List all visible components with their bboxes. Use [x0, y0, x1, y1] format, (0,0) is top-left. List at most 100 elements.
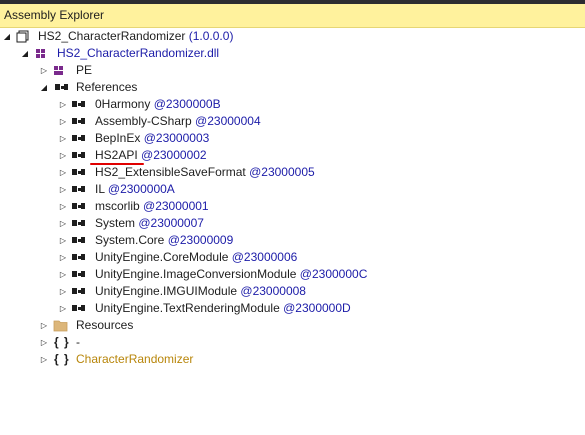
pe-label: PE [76, 63, 93, 77]
reference-name: BepInEx [95, 131, 141, 145]
reference-token: @23000003 [143, 131, 210, 145]
reference-icon [72, 152, 85, 159]
collapsed-arrow-icon[interactable]: ▷ [39, 334, 49, 351]
reference-name: System.Core [95, 233, 165, 247]
reference-item[interactable]: ▷ System.Core @23000009 [0, 232, 585, 249]
folder-icon [53, 317, 69, 334]
reference-label: HS2API @23000002 [95, 147, 207, 164]
reference-icon [72, 254, 85, 261]
reference-item[interactable]: ▷ UnityEngine.IMGUIModule @23000008 [0, 283, 585, 300]
reference-token: @23000005 [249, 165, 315, 179]
reference-item[interactable]: ▷ HS2_ExtensibleSaveFormat @23000005 [0, 164, 585, 181]
collapsed-arrow-icon[interactable]: ▷ [39, 62, 49, 79]
reference-icon [72, 135, 85, 142]
collapsed-arrow-icon[interactable]: ▷ [39, 351, 49, 368]
highlight-underline [90, 163, 144, 165]
reference-item[interactable]: ▷ UnityEngine.CoreModule @23000006 [0, 249, 585, 266]
reference-token: @23000002 [141, 148, 207, 162]
reference-name: UnityEngine.TextRenderingModule [95, 301, 280, 315]
reference-name: UnityEngine.IMGUIModule [95, 284, 238, 298]
collapsed-arrow-icon[interactable]: ▷ [58, 300, 68, 317]
collapsed-arrow-icon[interactable]: ▷ [58, 198, 68, 215]
reference-icon [72, 186, 85, 193]
references-label: References [76, 80, 138, 94]
reference-item[interactable]: ▷ System @23000007 [0, 215, 585, 232]
reference-item[interactable]: ▷ UnityEngine.TextRenderingModule @23000… [0, 300, 585, 317]
collapsed-arrow-icon[interactable]: ▷ [58, 113, 68, 130]
assembly-label: HS2_CharacterRandomizer (1.0.0.0) [38, 28, 233, 45]
reference-token: @2300000A [107, 182, 175, 196]
reference-icon [72, 118, 85, 125]
collapsed-arrow-icon[interactable]: ▷ [58, 130, 68, 147]
reference-token: @2300000B [153, 97, 221, 111]
expand-arrow-icon[interactable]: ◢ [2, 28, 12, 45]
reference-token: @2300000C [299, 267, 368, 281]
reference-label: System @23000007 [95, 215, 204, 232]
resources-label: Resources [76, 318, 134, 332]
reference-name: UnityEngine.ImageConversionModule [95, 267, 297, 281]
tree-node-references[interactable]: ◢ References [0, 79, 585, 96]
reference-icon [72, 220, 85, 227]
reference-token: @2300000D [283, 301, 351, 315]
collapsed-arrow-icon[interactable]: ▷ [58, 147, 68, 164]
reference-label: UnityEngine.CoreModule @23000006 [95, 249, 297, 266]
reference-item[interactable]: ▷ 0Harmony @2300000B [0, 96, 585, 113]
reference-token: @23000004 [195, 114, 261, 128]
collapsed-arrow-icon[interactable]: ▷ [58, 266, 68, 283]
collapsed-arrow-icon[interactable]: ▷ [58, 181, 68, 198]
reference-label: UnityEngine.IMGUIModule @23000008 [95, 283, 306, 300]
pe-icon [53, 62, 67, 79]
assembly-version: (1.0.0.0) [188, 29, 234, 43]
collapsed-arrow-icon[interactable]: ▷ [58, 164, 68, 181]
tree-node-module[interactable]: ◢ HS2_CharacterRandomizer.dll [0, 45, 585, 62]
reference-icon [72, 203, 85, 210]
tree-node-assembly[interactable]: ◢ HS2_CharacterRandomizer (1.0.0.0) [0, 28, 585, 45]
reference-token: @23000009 [167, 233, 234, 247]
collapsed-arrow-icon[interactable]: ▷ [58, 96, 68, 113]
assembly-icon [16, 28, 30, 45]
collapsed-arrow-icon[interactable]: ▷ [58, 249, 68, 266]
collapsed-arrow-icon[interactable]: ▷ [58, 215, 68, 232]
reference-name: HS2_ExtensibleSaveFormat [95, 165, 246, 179]
reference-name: HS2API [95, 148, 138, 162]
reference-icon [72, 288, 85, 295]
tree-node-pe[interactable]: ▷ PE [0, 62, 585, 79]
tree-node-namespace-empty[interactable]: ▷ { } - [0, 334, 585, 351]
references-icon [55, 84, 68, 91]
reference-item[interactable]: ▷ mscorlib @23000001 [0, 198, 585, 215]
reference-name: mscorlib [95, 199, 140, 213]
reference-label: IL @2300000A [95, 181, 175, 198]
reference-label: System.Core @23000009 [95, 232, 233, 249]
reference-name: IL [95, 182, 105, 196]
reference-item[interactable]: ▷ IL @2300000A [0, 181, 585, 198]
collapsed-arrow-icon[interactable]: ▷ [58, 232, 68, 249]
reference-icon [72, 169, 85, 176]
collapsed-arrow-icon[interactable]: ▷ [58, 283, 68, 300]
reference-icon [72, 305, 85, 312]
assembly-name: HS2_CharacterRandomizer [38, 29, 186, 43]
reference-label: mscorlib @23000001 [95, 198, 209, 215]
reference-icon [72, 271, 85, 278]
reference-item[interactable]: ▷ UnityEngine.ImageConversionModule @230… [0, 266, 585, 283]
expand-arrow-icon[interactable]: ◢ [39, 79, 49, 96]
tree-node-namespace-main[interactable]: ▷ { } CharacterRandomizer [0, 351, 585, 368]
reference-item[interactable]: ▷ Assembly-CSharp @23000004 [0, 113, 585, 130]
reference-name: 0Harmony [95, 97, 151, 111]
collapsed-arrow-icon[interactable]: ▷ [39, 317, 49, 334]
module-name: HS2_CharacterRandomizer.dll [57, 46, 220, 60]
tree-node-resources[interactable]: ▷ Resources [0, 317, 585, 334]
reference-icon [72, 101, 85, 108]
reference-label: UnityEngine.ImageConversionModule @23000… [95, 266, 367, 283]
reference-label: Assembly-CSharp @23000004 [95, 113, 261, 130]
expand-arrow-icon[interactable]: ◢ [20, 45, 30, 62]
reference-label: 0Harmony @2300000B [95, 96, 221, 113]
reference-item[interactable]: ▷ HS2API @23000002 [0, 147, 585, 164]
reference-name: UnityEngine.CoreModule [95, 250, 229, 264]
panel-title: Assembly Explorer [4, 8, 105, 22]
reference-name: Assembly-CSharp [95, 114, 192, 128]
reference-item[interactable]: ▷ BepInEx @23000003 [0, 130, 585, 147]
reference-token: @23000006 [231, 250, 298, 264]
namespace-icon: { } [54, 335, 70, 349]
namespace-icon: { } [54, 352, 70, 366]
reference-name: System [95, 216, 136, 230]
